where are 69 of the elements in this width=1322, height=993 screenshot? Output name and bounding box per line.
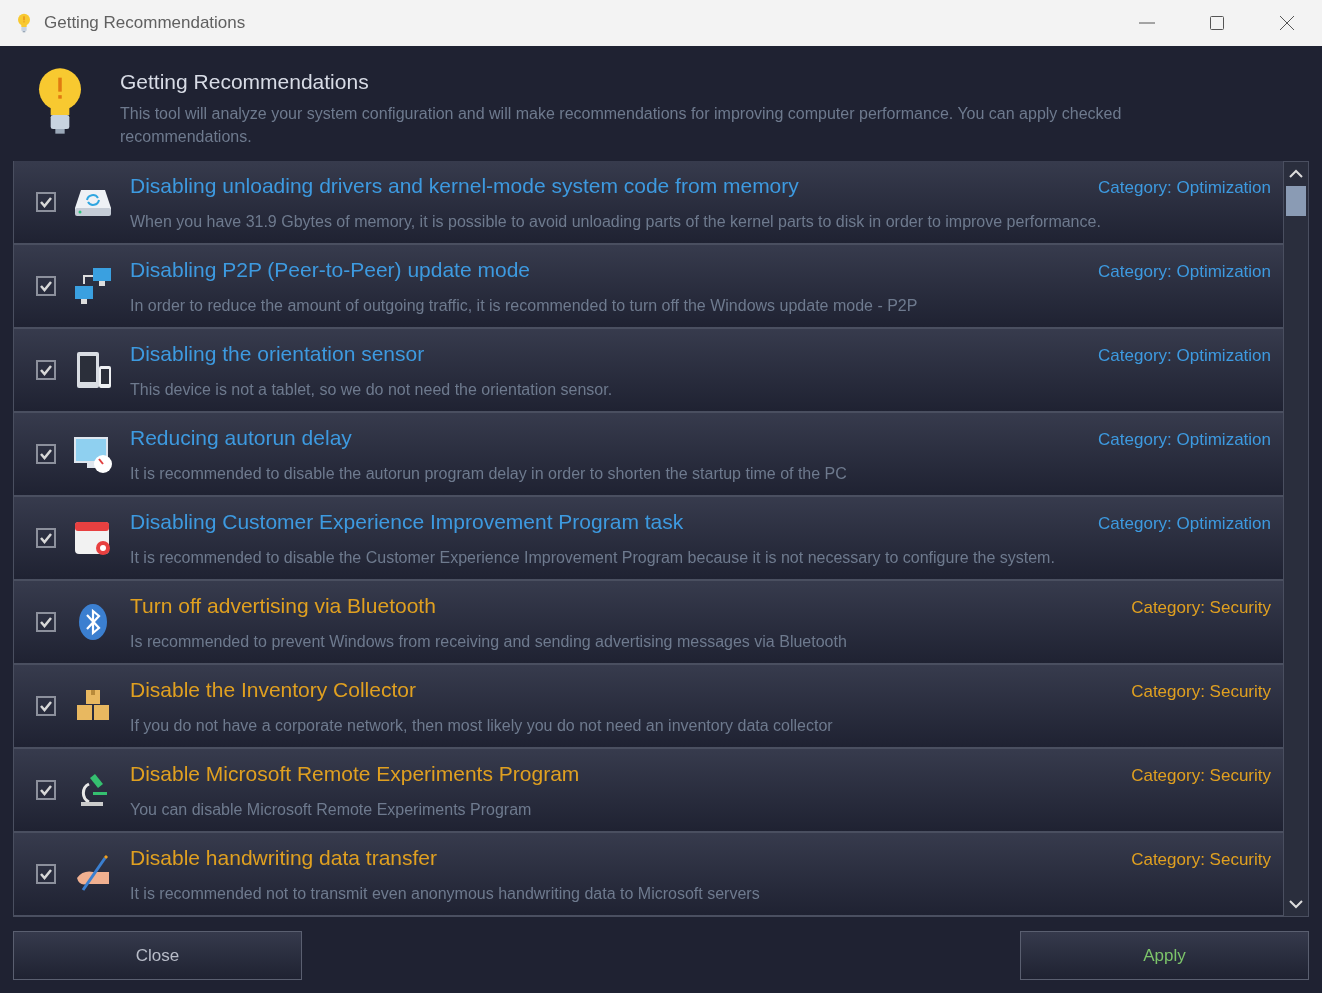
- category-label: Category: Security: [1131, 765, 1271, 788]
- category-label: Category: Security: [1131, 597, 1271, 620]
- recommendation-description: If you do not have a corporate network, then most likely you do not need an inventory data collector: [130, 715, 834, 736]
- check-icon: [39, 615, 53, 629]
- recommendation-title: Disable Microsoft Remote Experiments Program: [130, 761, 580, 788]
- close-button[interactable]: Close: [13, 931, 302, 980]
- check-icon: [39, 783, 53, 797]
- monitor-gauge-icon: [73, 434, 113, 474]
- minimize-icon: [1139, 22, 1155, 24]
- recommendation-title: Disabling P2P (Peer-to-Peer) update mode: [130, 257, 530, 284]
- scrollbar[interactable]: [1283, 161, 1309, 917]
- recommendation-title: Disabling Customer Experience Improvement Program task: [130, 509, 684, 536]
- recommendation-description: This device is not a tablet, so we do not need the orientation sensor.: [130, 379, 614, 400]
- category-label: Category: Optimization: [1098, 345, 1271, 368]
- recommendation-description: You can disable Microsoft Remote Experiments Program: [130, 799, 533, 820]
- check-icon: [39, 531, 53, 545]
- recommendation-title: Disable the Inventory Collector: [130, 677, 416, 704]
- apply-button[interactable]: Apply: [1020, 931, 1309, 980]
- lightbulb-icon: [36, 66, 84, 136]
- category-label: Category: Optimization: [1098, 513, 1271, 536]
- recommendation-title: Disabling unloading drivers and kernel-mode system code from memory: [130, 173, 799, 200]
- recommendation-title: Disable handwriting data transfer: [130, 845, 437, 872]
- recommendation-row[interactable]: [14, 161, 1283, 245]
- window-title: Getting Recommendations: [44, 12, 246, 35]
- checkbox[interactable]: [36, 192, 56, 212]
- checkbox[interactable]: [36, 696, 56, 716]
- recommendation-title: Reducing autorun delay: [130, 425, 352, 452]
- scrollbar-thumb[interactable]: [1286, 186, 1306, 216]
- category-label: Category: Optimization: [1098, 177, 1271, 200]
- lightbulb-icon: [16, 13, 32, 33]
- close-icon: [1279, 15, 1295, 31]
- recommendation-title: Disabling the orientation sensor: [130, 341, 425, 368]
- category-label: Category: Security: [1131, 681, 1271, 704]
- recommendation-description: It is recommended not to transmit even anonymous handwriting data to Microsoft servers: [130, 883, 761, 904]
- checkbox[interactable]: [36, 864, 56, 884]
- network-computers-icon: [73, 266, 113, 306]
- checkbox[interactable]: [36, 528, 56, 548]
- check-icon: [39, 279, 53, 293]
- recommendation-description: Is recommended to prevent Windows from receiving and sending advertising messages via Bluetooth: [130, 631, 848, 652]
- header-title: Getting Recommendations: [120, 69, 370, 95]
- check-icon: [39, 699, 53, 713]
- recommendation-description: In order to reduce the amount of outgoing traffic, it is recommended to turn off the Windows update mode - P2P: [130, 295, 919, 316]
- checkbox[interactable]: [36, 612, 56, 632]
- recommendation-description: It is recommended to disable the autorun program delay in order to shorten the startup time of the PC: [130, 463, 848, 484]
- checkbox[interactable]: [36, 444, 56, 464]
- check-icon: [39, 363, 53, 377]
- check-icon: [39, 867, 53, 881]
- recommendation-row[interactable]: Turn off advertising via Bluetooth Category: Security Is recommended to prevent Windows from receiving and sending advertising messages via Bluetooth: [14, 581, 1283, 665]
- bluetooth-icon: [77, 602, 109, 642]
- recommendation-description: When you have 31.9 Gbytes of memory, it is possible to avoid unloading parts of the kernel parts to disk in order to improve performance.: [130, 211, 1102, 232]
- recommendation-description: It is recommended to disable the Customer Experience Improvement Program because it is not necessary to configure the system.: [130, 547, 1056, 568]
- category-label: Category: Optimization: [1098, 261, 1271, 284]
- recommendation-row[interactable]: [14, 497, 1283, 581]
- recommendation-row[interactable]: Disable handwriting data transfer Category: Security It is recommended not to transmit even anonymous handwriting data to Microsoft servers: [14, 833, 1283, 917]
- checkbox[interactable]: [36, 360, 56, 380]
- header-description: This tool will analyze your system configuration and will make recommendations for improving computer performance. You can apply checked recommendations.: [120, 103, 1123, 147]
- check-icon: [39, 195, 53, 209]
- recommendation-row[interactable]: Disable Microsoft Remote Experiments Program Category: Security You can disable Microsoft Remote Experiments Program: [14, 749, 1283, 833]
- check-icon: [39, 447, 53, 461]
- checkbox[interactable]: [36, 780, 56, 800]
- recommendation-row[interactable]: Reducing autorun delay Category: Optimization It is recommended to disable the autorun program delay in order to shorten the startup time of the PC: [14, 413, 1283, 497]
- checkbox[interactable]: [36, 276, 56, 296]
- recommendation-row[interactable]: Disable the Inventory Collector Category: Security If you do not have a corporate network, then most likely you do not need an inventory data collector: [14, 665, 1283, 749]
- recommendation-row[interactable]: Disabling P2P (Peer-to-Peer) update mode Category: Optimization In order to reduce the amount of outgoing traffic, it is recommended to turn off the Windows update mode - P2P: [14, 245, 1283, 329]
- category-label: Category: Security: [1131, 849, 1271, 872]
- category-label: Category: Optimization: [1098, 429, 1271, 452]
- maximize-icon: [1209, 15, 1225, 31]
- recommendation-title: Turn off advertising via Bluetooth: [130, 593, 436, 620]
- recommendation-row[interactable]: Disabling the orientation sensor Category: Optimization This device is not a tablet, so we do not need the orientation sensor.: [14, 329, 1283, 413]
